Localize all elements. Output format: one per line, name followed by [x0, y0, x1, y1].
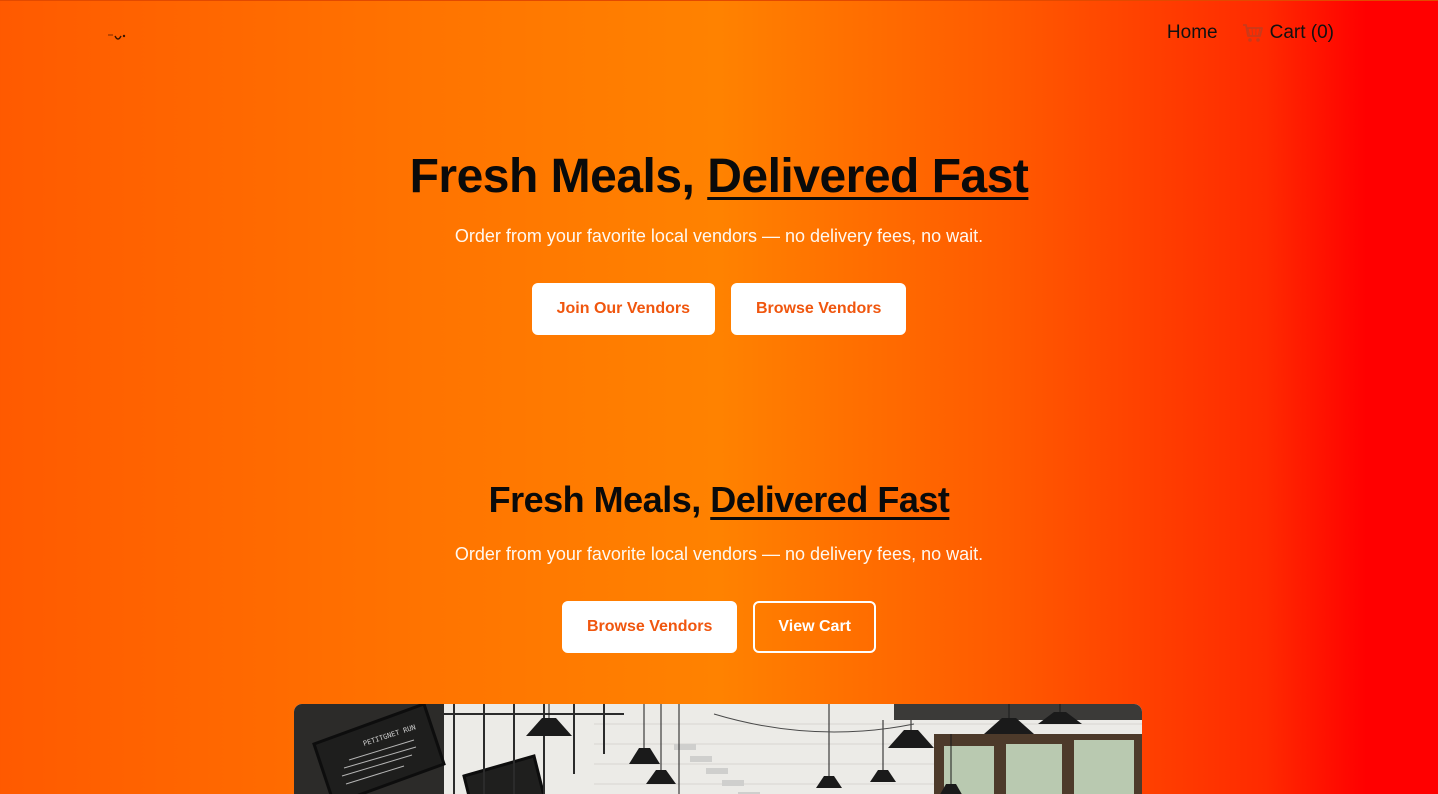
- site-header: Home Cart (0): [0, 0, 1438, 72]
- hero-title-accent: Delivered Fast: [707, 150, 1029, 203]
- shopping-cart-icon: [1242, 23, 1264, 43]
- hero-secondary-subtitle: Order from your favorite local vendors —…: [454, 544, 984, 564]
- restaurant-image: PETITGNET RUN: [294, 704, 1142, 794]
- view-cart-button[interactable]: View Cart: [753, 601, 876, 653]
- cart-label: Cart (0): [1269, 22, 1334, 43]
- logo-icon[interactable]: [107, 30, 129, 42]
- hero-button-row: Join Our Vendors Browse Vendors: [0, 283, 1438, 335]
- hero-title-lead: Fresh Meals,: [409, 150, 695, 203]
- hero-title: Fresh Meals, Delivered Fast: [0, 148, 1438, 206]
- join-vendors-button[interactable]: Join Our Vendors: [531, 283, 715, 335]
- hero-secondary-button-row: Browse Vendors View Cart: [0, 601, 1438, 653]
- nav-home-link[interactable]: Home: [1167, 22, 1218, 44]
- browse-vendors-button-secondary[interactable]: Browse Vendors: [562, 601, 738, 653]
- hero-subtitle: Order from your favorite local vendors —…: [454, 226, 984, 246]
- hero-primary: Fresh Meals, Delivered Fast Order from y…: [0, 148, 1438, 335]
- restaurant-illustration: PETITGNET RUN: [294, 704, 1142, 794]
- main-nav: Home Cart (0): [1167, 22, 1334, 44]
- hero-secondary-title-lead: Fresh Meals,: [488, 479, 702, 520]
- hero-secondary-title: Fresh Meals, Delivered Fast: [0, 476, 1438, 524]
- nav-cart-link[interactable]: Cart (0): [1242, 22, 1334, 44]
- browse-vendors-button[interactable]: Browse Vendors: [730, 283, 907, 335]
- hero-secondary-title-accent: Delivered Fast: [710, 479, 950, 520]
- hero-secondary: Fresh Meals, Delivered Fast Order from y…: [0, 476, 1438, 653]
